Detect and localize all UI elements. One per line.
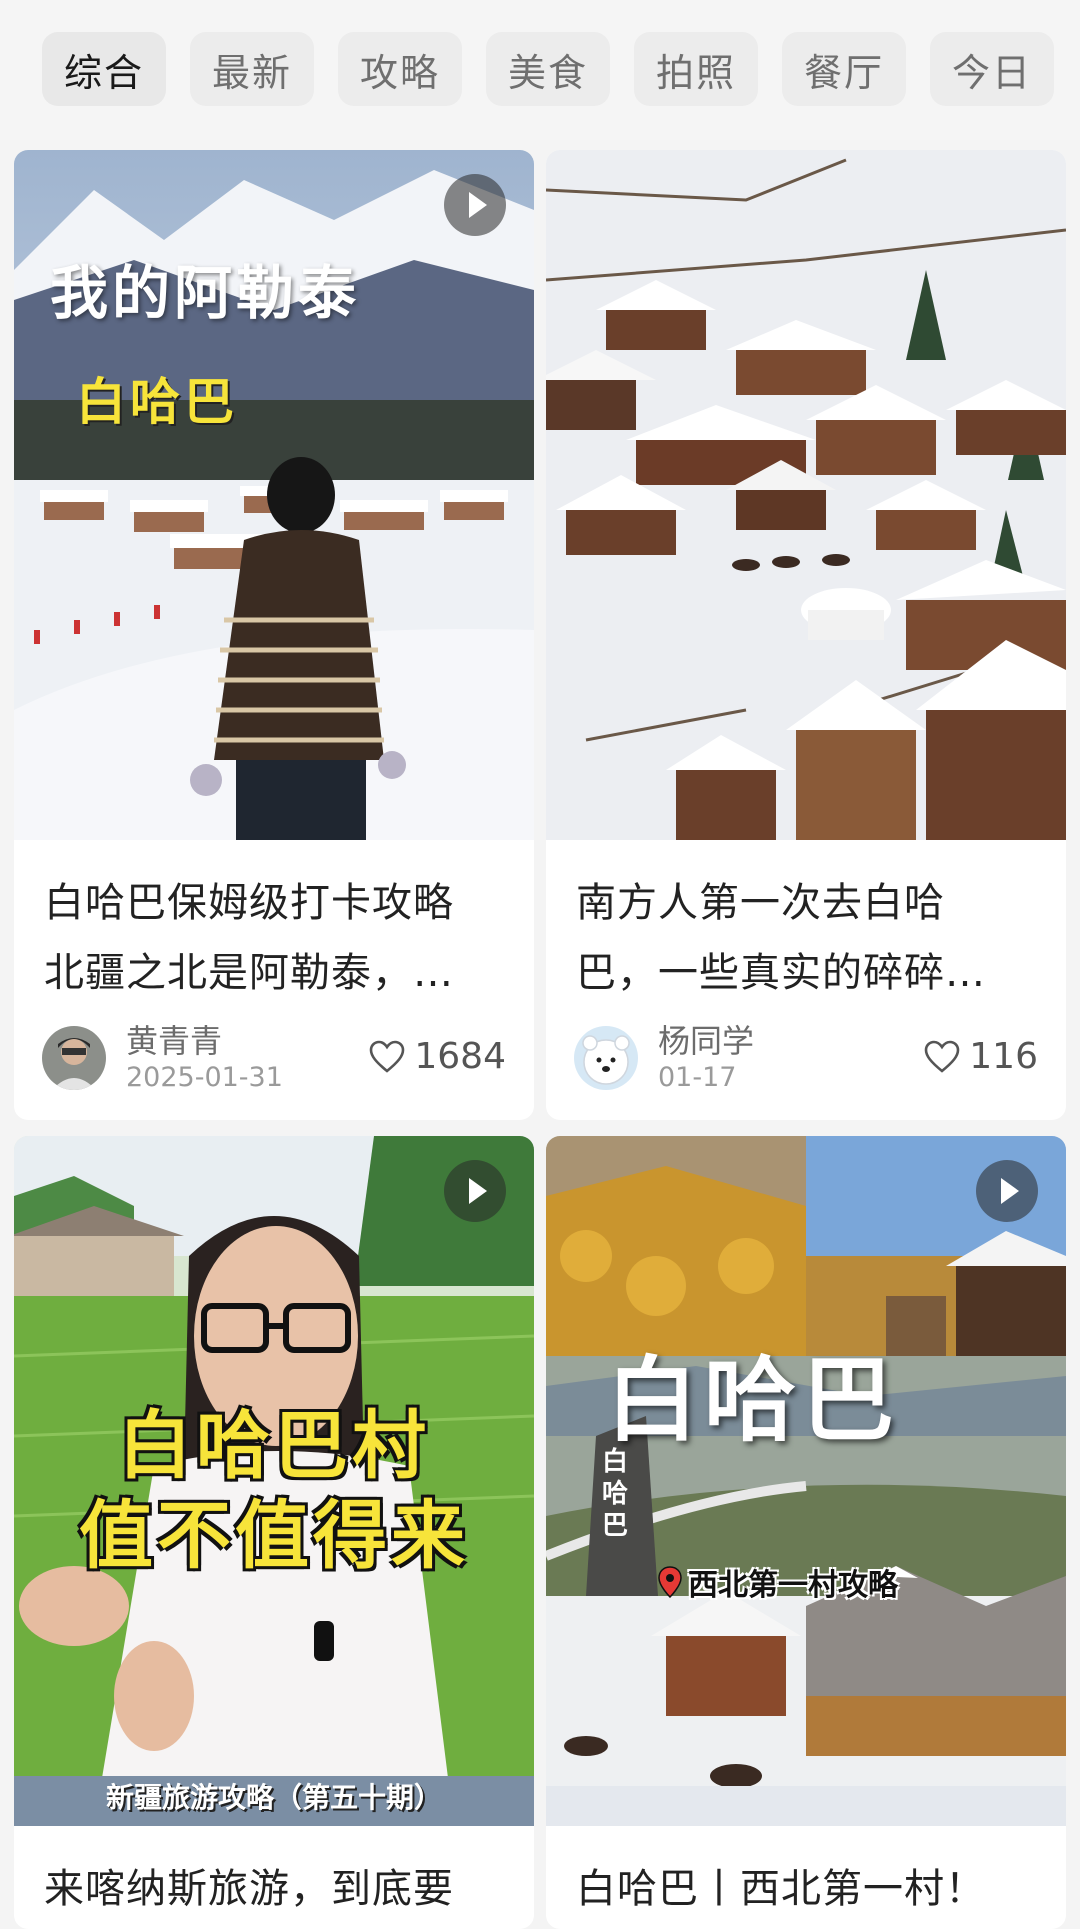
author-info[interactable]: 杨同学 01-17 [574, 1022, 754, 1094]
tab-today[interactable]: 今日 [930, 32, 1054, 106]
post-date: 2025-01-31 [126, 1062, 283, 1093]
tab-guides[interactable]: 攻略 [338, 32, 462, 106]
tab-photo[interactable]: 拍照 [634, 32, 758, 106]
cover-overlay-caption: 新疆旅游攻略（第五十期） [105, 1781, 442, 1814]
note-card[interactable]: 白哈巴 白哈巴 西北第一村攻略 白哈巴丨西北第一村！ [546, 1136, 1066, 1929]
video-play-icon [976, 1160, 1038, 1222]
note-title-line: 来喀纳斯旅游，到底要 [44, 1866, 454, 1912]
cover-overlay-tag-text: 西北第一村攻略 [688, 1568, 898, 1603]
author-info[interactable]: 黄青青 2025-01-31 [42, 1022, 283, 1094]
note-title-line: 白哈巴丨西北第一村！ [576, 1866, 986, 1912]
author-name: 黄青青 [126, 1022, 223, 1060]
tab-latest[interactable]: 最新 [190, 32, 314, 106]
video-play-icon [444, 174, 506, 236]
note-title-line: 巴，一些真实的碎碎… [576, 950, 986, 996]
like-button[interactable]: 116 [923, 1036, 1038, 1077]
location-pin-icon [658, 1566, 682, 1598]
avatar[interactable] [574, 1026, 638, 1090]
cover-overlay-title: 白哈巴 [606, 1346, 901, 1454]
note-cover-image[interactable]: 白哈巴村 值不值得来 新疆旅游攻略（第五十期） [14, 1136, 534, 1826]
note-cover-image[interactable] [546, 150, 1066, 840]
note-title[interactable]: 来喀纳斯旅游，到底要 [44, 1854, 508, 1924]
note-title-line: 白哈巴保姆级打卡攻略 [44, 880, 454, 926]
cover-overlay-sign: 白哈巴 [602, 1447, 629, 1541]
tab-food[interactable]: 美食 [486, 32, 610, 106]
note-title[interactable]: 南方人第一次去白哈 巴，一些真实的碎碎… [576, 868, 1040, 1008]
avatar[interactable] [42, 1026, 106, 1090]
heart-icon [924, 1040, 960, 1073]
heart-icon [370, 1040, 405, 1073]
author-name: 杨同学 [658, 1022, 755, 1060]
cover-overlay-tag: 西北第一村攻略 [658, 1560, 898, 1604]
tab-restaurants[interactable]: 餐厅 [782, 32, 906, 106]
video-play-icon [444, 1160, 506, 1222]
like-count: 116 [969, 1036, 1038, 1077]
category-tab-bar: 综合 最新 攻略 美食 拍照 餐厅 今日 [0, 0, 1080, 140]
tab-comprehensive[interactable]: 综合 [42, 32, 166, 106]
post-date: 01-17 [658, 1062, 737, 1093]
note-card[interactable]: 白哈巴村 值不值得来 新疆旅游攻略（第五十期） 来喀纳斯旅游，到底要 [14, 1136, 534, 1929]
note-cover-image[interactable]: 我的阿勒泰 白哈巴 [14, 150, 534, 840]
note-title[interactable]: 白哈巴丨西北第一村！ [576, 1854, 1040, 1924]
note-title-line: 北疆之北是阿勒泰，… [44, 950, 454, 996]
note-card[interactable]: 我的阿勒泰 白哈巴 白哈巴保姆级打卡攻略 北疆之北是阿勒泰，… 黄青青 2025… [14, 150, 534, 1120]
cover-overlay-title: 我的阿勒泰 [50, 259, 361, 327]
like-count: 1684 [414, 1036, 506, 1077]
note-card[interactable]: 南方人第一次去白哈 巴，一些真实的碎碎… 杨同学 01-17 116 [546, 150, 1066, 1120]
cover-overlay-subtitle: 白哈巴 [76, 372, 238, 431]
like-button[interactable]: 1684 [368, 1036, 506, 1077]
cover-overlay-line2: 值不值得来 [79, 1493, 469, 1579]
note-cover-image[interactable]: 白哈巴 白哈巴 西北第一村攻略 [546, 1136, 1066, 1826]
note-title[interactable]: 白哈巴保姆级打卡攻略 北疆之北是阿勒泰，… [44, 868, 508, 1008]
note-title-line: 南方人第一次去白哈 [576, 880, 945, 926]
